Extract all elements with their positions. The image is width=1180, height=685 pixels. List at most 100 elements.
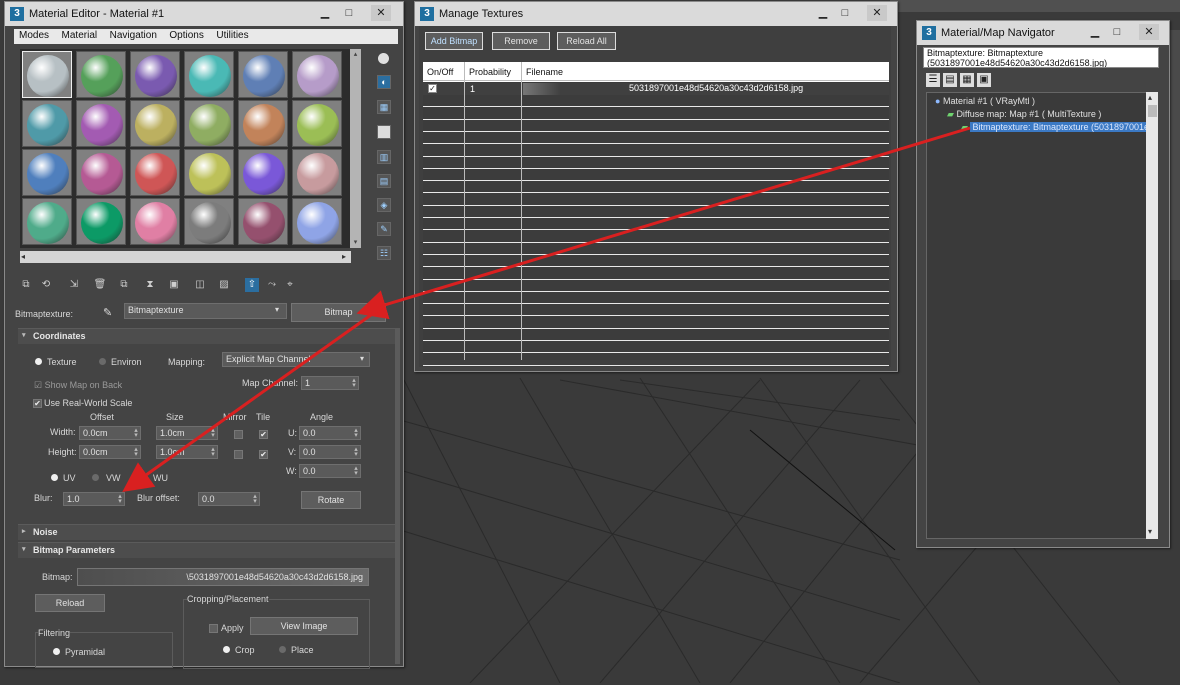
eyedropper-icon[interactable]: ✎ — [103, 306, 112, 319]
backlight-icon[interactable]: ◐ — [377, 75, 391, 89]
sample-slot[interactable] — [130, 51, 180, 98]
map-name-dropdown-icon[interactable]: ▾ — [275, 305, 279, 314]
menu-material[interactable]: Material — [57, 29, 103, 41]
sample-slot[interactable] — [76, 198, 126, 245]
map-type-button[interactable]: Bitmap — [291, 303, 386, 322]
height-offset-spinner[interactable]: 0.0cm — [79, 445, 141, 459]
coordinates-rollout[interactable]: Coordinates — [18, 328, 396, 344]
sample-slot[interactable] — [238, 149, 288, 196]
row-enabled-checkbox[interactable]: ✓ — [428, 84, 437, 93]
navigator-window[interactable]: 3 Material/Map Navigator ▁ □ ✕ Bitmaptex… — [916, 20, 1170, 548]
slots-vertical-scrollbar[interactable] — [350, 49, 361, 248]
mapping-dropdown-icon[interactable]: ▾ — [360, 354, 364, 363]
navigator-scrollbar[interactable] — [1146, 92, 1158, 539]
col-filename[interactable]: Filename — [526, 67, 563, 77]
maximize-button[interactable]: □ — [1107, 24, 1127, 40]
sample-slot[interactable] — [22, 149, 72, 196]
make-preview-icon[interactable]: ▤ — [377, 174, 391, 188]
sample-slot[interactable] — [184, 149, 234, 196]
width-offset-spinner[interactable]: 0.0cm — [79, 426, 141, 440]
sample-slot[interactable] — [22, 100, 72, 147]
sample-slot[interactable] — [76, 100, 126, 147]
sample-slot[interactable] — [184, 198, 234, 245]
width-mirror-checkbox[interactable] — [234, 430, 243, 439]
scroll-down-arrow-icon[interactable]: ▾ — [351, 238, 360, 247]
menu-navigation[interactable]: Navigation — [105, 29, 162, 41]
wu-radio[interactable] — [140, 474, 147, 481]
make-unique-icon[interactable]: ⧉ — [117, 278, 131, 292]
sample-slot[interactable] — [238, 198, 288, 245]
menu-utilities[interactable]: Utilities — [211, 29, 253, 41]
select-by-material-icon[interactable]: ✎ — [377, 222, 391, 236]
maximize-button[interactable]: □ — [835, 5, 855, 21]
bitmap-parameters-rollout[interactable]: Bitmap Parameters — [18, 542, 396, 558]
material-editor-titlebar[interactable]: 3 Material Editor - Material #1 ▁ □ ✕ — [5, 2, 403, 26]
material-map-navigator-icon[interactable]: ☷ — [377, 246, 391, 260]
scroll-up-arrow-icon[interactable]: ▴ — [351, 50, 360, 59]
scroll-right-arrow-icon[interactable]: ▸ — [342, 252, 346, 261]
mapping-dropdown[interactable]: Explicit Map Channel — [222, 352, 370, 367]
material-editor-params-scrollbar[interactable] — [395, 328, 400, 664]
col-on-off[interactable]: On/Off — [427, 67, 453, 77]
sample-slot[interactable] — [184, 100, 234, 147]
show-shaded-map-icon[interactable]: ◫ — [193, 278, 207, 292]
height-size-spinner[interactable]: 1.0cm — [156, 445, 218, 459]
reload-button[interactable]: Reload — [35, 594, 105, 612]
bitmap-path-button[interactable]: \5031897001e48d54620a30c43d2d6158.jpg — [77, 568, 369, 586]
assign-to-selection-icon[interactable]: ⇲ — [67, 278, 81, 292]
add-bitmap-button[interactable]: Add Bitmap — [425, 32, 483, 50]
manage-textures-titlebar[interactable]: 3 Manage Textures ▁ □ ✕ — [415, 2, 897, 26]
show-end-result-icon[interactable]: ▨ — [217, 278, 231, 292]
w-angle-spinner[interactable]: 0.0 — [299, 464, 361, 478]
pyramidal-radio[interactable] — [53, 648, 60, 655]
v-angle-spinner[interactable]: 0.0 — [299, 445, 361, 459]
minimize-button[interactable]: ▁ — [315, 5, 335, 21]
use-real-world-scale-checkbox[interactable]: ✔ — [33, 399, 42, 408]
put-to-scene-icon[interactable]: ⟲ — [39, 278, 53, 292]
sample-slot[interactable] — [130, 100, 180, 147]
sample-slot[interactable] — [292, 149, 342, 196]
material-editor-window[interactable]: 3 Material Editor - Material #1 ▁ □ ✕ Mo… — [4, 1, 404, 669]
minimize-button[interactable]: ▁ — [813, 5, 833, 21]
sample-slot[interactable] — [292, 198, 342, 245]
apply-checkbox[interactable] — [209, 624, 218, 633]
reload-all-button[interactable]: Reload All — [557, 32, 616, 50]
view-small-icons-icon[interactable]: ▦ — [960, 73, 974, 87]
sample-uv-tiling-icon[interactable] — [377, 125, 391, 139]
sample-slot[interactable] — [22, 51, 72, 98]
menu-options[interactable]: Options — [164, 29, 208, 41]
uv-radio[interactable] — [51, 474, 58, 481]
environ-radio[interactable] — [99, 358, 106, 365]
table-row[interactable]: ✓ 1 5031897001e48d54620a30c43d2d6158.jpg — [423, 83, 889, 95]
pick-material-icon[interactable]: ⌖ — [283, 278, 297, 292]
sample-slot[interactable] — [22, 198, 72, 245]
view-list-icons-icon[interactable]: ▤ — [943, 73, 957, 87]
sample-slot[interactable] — [292, 51, 342, 98]
view-list-icon[interactable]: ☰ — [926, 73, 940, 87]
sample-slot[interactable] — [184, 51, 234, 98]
view-image-button[interactable]: View Image — [250, 617, 358, 635]
sample-slot[interactable] — [76, 51, 126, 98]
sample-slot[interactable] — [292, 100, 342, 147]
put-to-library-icon[interactable]: ⧗ — [143, 278, 157, 292]
slots-horizontal-scrollbar[interactable] — [20, 251, 351, 263]
menu-modes[interactable]: Modes — [14, 29, 54, 41]
navigator-titlebar[interactable]: 3 Material/Map Navigator ▁ □ ✕ — [917, 21, 1169, 45]
close-button[interactable]: ✕ — [867, 5, 887, 21]
sample-slot[interactable] — [130, 198, 180, 245]
options-icon[interactable]: ◈ — [377, 198, 391, 212]
navigator-scroll-thumb[interactable] — [1148, 105, 1157, 117]
crop-radio[interactable] — [223, 646, 230, 653]
scroll-left-arrow-icon[interactable]: ◂ — [21, 252, 25, 261]
blur-spinner[interactable]: 1.0 — [63, 492, 125, 506]
width-tile-checkbox[interactable]: ✔ — [259, 430, 268, 439]
minimize-button[interactable]: ▁ — [1085, 24, 1105, 40]
u-angle-spinner[interactable]: 0.0 — [299, 426, 361, 440]
texture-radio[interactable] — [35, 358, 42, 365]
go-to-parent-icon[interactable]: ⇧ — [245, 278, 259, 292]
sample-slot[interactable] — [238, 100, 288, 147]
rotate-button[interactable]: Rotate — [301, 491, 361, 509]
vw-radio[interactable] — [92, 474, 99, 481]
sample-slot[interactable] — [76, 149, 126, 196]
width-size-spinner[interactable]: 1.0cm — [156, 426, 218, 440]
